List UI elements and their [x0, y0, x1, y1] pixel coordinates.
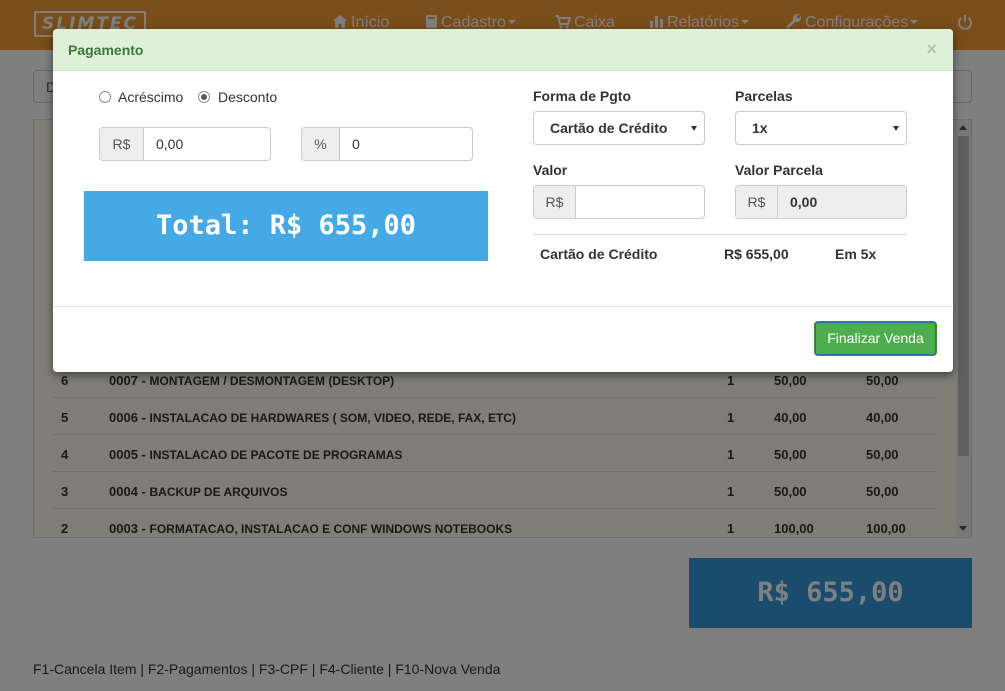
- modal-title: Pagamento: [68, 42, 144, 58]
- payment-summary-amount: R$ 655,00: [724, 246, 789, 262]
- percent-addon: %: [302, 128, 340, 160]
- discount-percent-group: % 0: [301, 127, 473, 161]
- close-icon[interactable]: ×: [926, 39, 937, 59]
- chevron-down-icon: [893, 126, 899, 131]
- chevron-down-icon: [691, 126, 697, 131]
- currency-addon: R$: [100, 128, 144, 160]
- discount-radio[interactable]: [198, 91, 210, 103]
- discount-radio-label[interactable]: Desconto: [218, 89, 277, 105]
- increase-radio-label[interactable]: Acréscimo: [118, 89, 183, 105]
- installments-select[interactable]: 1x: [735, 111, 907, 145]
- installments-value: 1x: [752, 120, 768, 136]
- value-currency-addon: R$: [534, 186, 576, 218]
- installment-value-label: Valor Parcela: [735, 162, 823, 178]
- installments-label: Parcelas: [735, 88, 793, 104]
- discount-currency-group: R$ 0,00: [99, 127, 271, 161]
- value-input[interactable]: [576, 186, 704, 218]
- increase-radio[interactable]: [99, 91, 111, 103]
- payment-divider: [533, 234, 907, 235]
- discount-currency-input[interactable]: 0,00: [144, 128, 270, 160]
- finish-sale-button[interactable]: Finalizar Venda: [814, 321, 937, 356]
- value-group: R$: [533, 185, 705, 219]
- modal-footer-divider: [53, 306, 953, 307]
- payment-summary-installments: Em 5x: [835, 246, 877, 262]
- installment-value-group: R$ 0,00: [735, 185, 907, 219]
- installment-value-input: 0,00: [778, 186, 906, 218]
- payment-summary-method: Cartão de Crédito: [540, 246, 658, 262]
- payment-modal: Pagamento × Acréscimo Desconto R$ 0,00 %…: [53, 29, 953, 372]
- payment-method-label: Forma de Pgto: [533, 88, 632, 104]
- discount-percent-input[interactable]: 0: [340, 128, 472, 160]
- payment-method-value: Cartão de Crédito: [550, 120, 668, 136]
- modal-total-display: Total: R$ 655,00: [84, 191, 488, 261]
- payment-method-select[interactable]: Cartão de Crédito: [533, 111, 705, 145]
- modal-header: Pagamento ×: [53, 29, 953, 71]
- value-label: Valor: [533, 162, 568, 178]
- installment-currency-addon: R$: [736, 186, 778, 218]
